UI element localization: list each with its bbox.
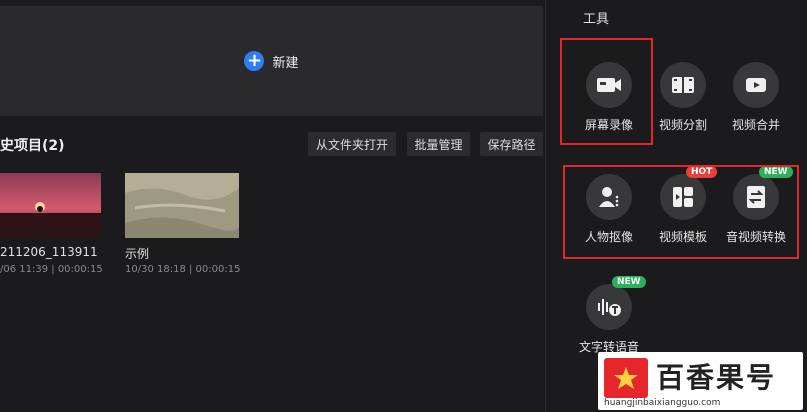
watermark-logo-icon xyxy=(604,358,648,398)
tool-video-merge[interactable]: 视频合并 xyxy=(717,62,795,133)
highlight-box xyxy=(560,38,653,145)
project-thumbnail[interactable] xyxy=(125,173,239,238)
tools-title: 工具 xyxy=(583,12,610,27)
film-split-icon xyxy=(660,62,706,108)
video-merge-icon xyxy=(733,62,779,108)
watermark-text: 百香果号 xyxy=(656,361,777,394)
project-name: 211206_113911 xyxy=(0,245,98,259)
tool-label: 视频分割 xyxy=(658,118,707,132)
tool-label: 视频合并 xyxy=(731,118,780,132)
tool-video-split[interactable]: 视频分割 xyxy=(644,62,722,133)
watermark: 百香果号 huangjinbaixiangguo.com xyxy=(598,352,803,410)
main-panel: + 新建 史项目(2) 从文件夹打开 批量管理 保存路径 211206_1139… xyxy=(0,0,545,412)
history-title: 史项目(2) xyxy=(0,138,65,154)
text-to-speech-icon xyxy=(586,284,632,330)
plus-icon: + xyxy=(244,51,265,71)
save-path-button[interactable]: 保存路径 xyxy=(480,132,543,156)
tool-text-to-speech[interactable]: NEW 文字转语音 xyxy=(570,276,648,355)
batch-manage-button[interactable]: 批量管理 xyxy=(407,132,470,156)
new-project-label: 新建 xyxy=(272,55,299,71)
project-name: 示例 xyxy=(125,247,150,261)
new-project-button[interactable]: + 新建 xyxy=(0,6,543,116)
project-meta: 10/30 18:18 | 00:00:15 xyxy=(125,264,241,275)
project-thumbnail[interactable] xyxy=(0,173,101,238)
highlight-box xyxy=(563,165,799,259)
project-meta: /06 11:39 | 00:00:15 xyxy=(0,264,103,275)
new-badge: NEW xyxy=(612,276,646,288)
watermark-url: huangjinbaixiangguo.com xyxy=(604,398,721,408)
open-folder-button[interactable]: 从文件夹打开 xyxy=(308,132,396,156)
